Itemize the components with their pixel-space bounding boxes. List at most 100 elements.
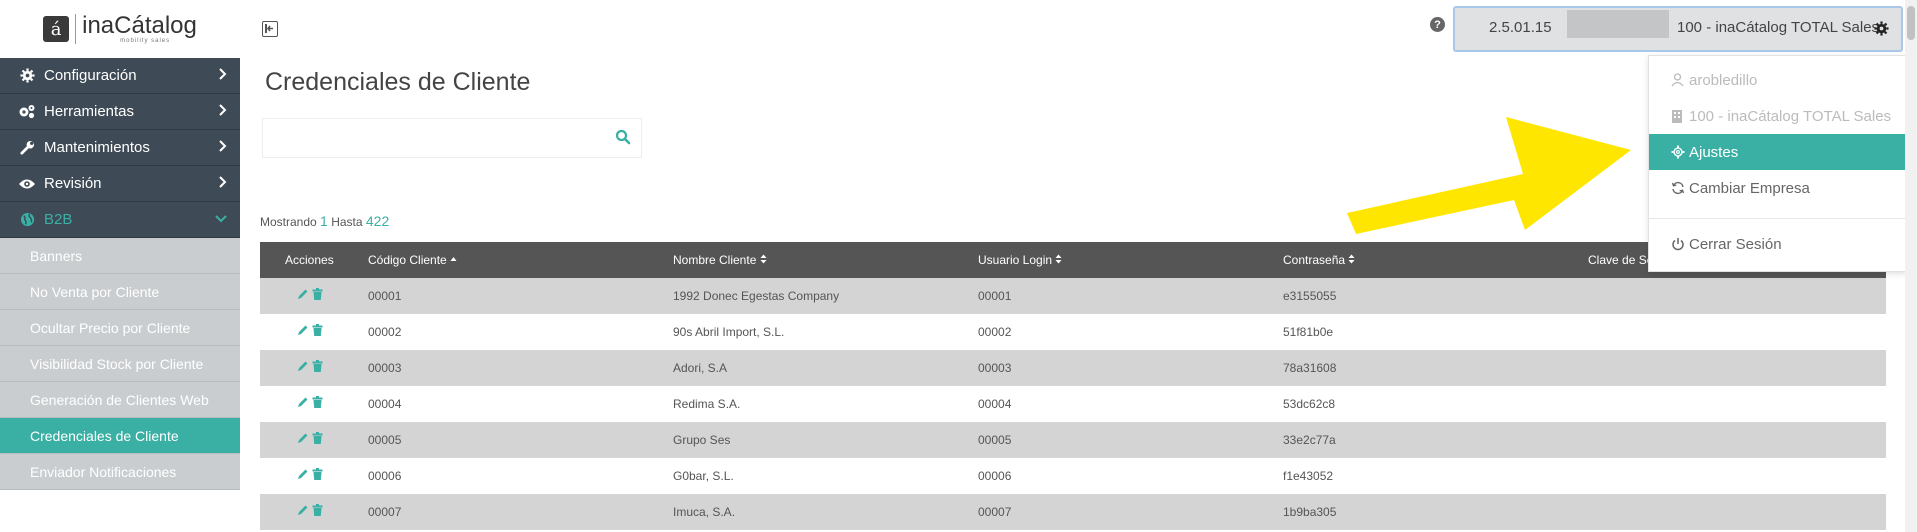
delete-icon[interactable] — [312, 468, 323, 480]
app-logo[interactable]: á inaCátalog mobility sales — [0, 0, 240, 58]
table-body: 00001 1992 Donec Egestas Company 00001 e315… — [260, 278, 1886, 530]
row-actions — [297, 288, 323, 300]
cell-codigo: 00001 — [368, 289, 402, 303]
logo-name: inaCátalog — [82, 12, 197, 39]
cell-usuario: 00003 — [978, 361, 1012, 375]
user-dropdown-menu: arobledillo 100 - inaCátalog TOTAL Sales… — [1648, 55, 1907, 272]
row-actions — [297, 324, 323, 336]
logo-divider — [75, 14, 77, 44]
edit-icon[interactable] — [297, 432, 309, 444]
collapse-icon — [265, 24, 273, 33]
submenu-item-visibilidad-stock[interactable]: Visibilidad Stock por Cliente — [0, 346, 240, 382]
sidebar-item-revision[interactable]: Revisión — [0, 166, 240, 202]
help-icon[interactable]: ? — [1430, 17, 1445, 32]
submenu-item-banners[interactable]: Banners — [0, 238, 240, 274]
cell-usuario: 00002 — [978, 325, 1012, 339]
settings-gear-icon[interactable] — [1874, 21, 1889, 40]
edit-icon[interactable] — [297, 396, 309, 408]
delete-icon[interactable] — [312, 288, 323, 300]
cell-nombre: Adori, S.A — [673, 361, 728, 375]
header-codigo-cliente[interactable]: Código Cliente — [368, 253, 457, 267]
row-actions — [297, 504, 323, 516]
sidebar-item-herramientas[interactable]: Herramientas — [0, 94, 240, 130]
cell-usuario: 00005 — [978, 433, 1012, 447]
sidebar-item-label: Mantenimientos — [44, 139, 150, 156]
submenu-item-no-venta[interactable]: No Venta por Cliente — [0, 274, 240, 310]
edit-icon[interactable] — [297, 288, 309, 300]
cell-nombre: Grupo Ses — [673, 433, 731, 447]
header-acciones: Acciones — [285, 253, 334, 267]
gear-icon — [1671, 145, 1687, 159]
cell-contrasena: 53dc62c8 — [1283, 397, 1336, 411]
submenu-item-generacion-clientes[interactable]: Generación de Clientes Web — [0, 382, 240, 418]
chevron-right-icon — [218, 67, 228, 85]
scrollbar-thumb[interactable] — [1907, 6, 1915, 40]
submenu-item-enviador[interactable]: Enviador Notificaciones — [0, 454, 240, 490]
page-scrollbar[interactable] — [1905, 0, 1917, 532]
power-icon — [1671, 237, 1687, 251]
edit-icon[interactable] — [297, 324, 309, 336]
chevron-down-icon — [214, 211, 228, 228]
user-icon — [1671, 73, 1687, 87]
delete-icon[interactable] — [312, 396, 323, 408]
delete-icon[interactable] — [312, 360, 323, 372]
cell-contrasena: 78a31608 — [1283, 361, 1337, 375]
dropdown-cambiar-empresa[interactable]: Cambiar Empresa — [1649, 170, 1906, 206]
sidebar-item-label: B2B — [44, 211, 73, 228]
sidebar-item-mantenimientos[interactable]: Mantenimientos — [0, 130, 240, 166]
submenu-item-credenciales[interactable]: Credenciales de Cliente — [0, 418, 240, 454]
results-total: 422 — [365, 213, 390, 229]
sidebar-item-b2b[interactable]: B2B — [0, 202, 240, 238]
results-count: Mostrando 1 Hasta 422 — [260, 213, 390, 229]
sidebar-item-label: Herramientas — [44, 103, 135, 120]
search-input[interactable] — [262, 118, 642, 158]
edit-icon[interactable] — [297, 468, 309, 480]
cell-nombre: G0bar, S.L. — [673, 469, 734, 483]
dropdown-ajustes[interactable]: Ajustes — [1649, 134, 1906, 170]
header-clave[interactable]: Clave de Se — [1588, 253, 1653, 267]
delete-icon[interactable] — [312, 432, 323, 444]
cell-contrasena: 33e2c77a — [1283, 433, 1336, 447]
header-usuario-login[interactable]: Usuario Login — [978, 253, 1062, 267]
delete-icon[interactable] — [312, 504, 323, 516]
logo-tagline: mobility sales — [120, 38, 171, 44]
cell-codigo: 00006 — [368, 469, 402, 483]
dropdown-cerrar-sesion[interactable]: Cerrar Sesión — [1649, 226, 1906, 262]
app-version: 2.5.01.15 — [1489, 19, 1552, 36]
edit-icon[interactable] — [297, 360, 309, 372]
sidebar-item-label: Configuración — [44, 67, 137, 84]
globe-icon — [18, 211, 36, 229]
cell-contrasena: e3155055 — [1283, 289, 1337, 303]
results-from: 1 — [320, 213, 328, 229]
table-row: 00005 Grupo Ses 00005 33e2c77a — [260, 422, 1886, 458]
sidebar-item-configuracion[interactable]: Configuración — [0, 58, 240, 94]
cell-usuario: 00001 — [978, 289, 1012, 303]
cell-contrasena: 1b9ba305 — [1283, 505, 1337, 519]
sidebar: Configuración Herramientas Mantenimiento… — [0, 58, 240, 490]
dropdown-divider — [1649, 218, 1906, 219]
gears-icon — [18, 103, 36, 121]
user-company-menu[interactable]: 2.5.01.15 100 - inaCátalog TOTAL Sales — [1453, 6, 1903, 52]
cell-codigo: 00007 — [368, 505, 402, 519]
table-header: Acciones Código Cliente Nombre Cliente U… — [260, 242, 1886, 278]
cell-codigo: 00002 — [368, 325, 402, 339]
wrench-icon — [18, 139, 36, 157]
cell-contrasena: f1e43052 — [1283, 469, 1334, 483]
cell-nombre: Redima S.A. — [673, 397, 741, 411]
header-contrasena[interactable]: Contraseña — [1283, 253, 1355, 267]
delete-icon[interactable] — [312, 324, 323, 336]
search-icon[interactable] — [615, 129, 631, 150]
table-row: 00001 1992 Donec Egestas Company 00001 e315… — [260, 278, 1886, 314]
cell-nombre: 1992 Donec Egestas Company — [673, 289, 840, 303]
chevron-right-icon — [218, 139, 228, 157]
redacted-field — [1567, 10, 1669, 38]
header-nombre-cliente[interactable]: Nombre Cliente — [673, 253, 767, 267]
current-company: 100 - inaCátalog TOTAL Sales — [1677, 19, 1880, 36]
cell-usuario: 00007 — [978, 505, 1012, 519]
submenu-item-ocultar-precio[interactable]: Ocultar Precio por Cliente — [0, 310, 240, 346]
edit-icon[interactable] — [297, 504, 309, 516]
chevron-right-icon — [218, 175, 228, 193]
row-actions — [297, 432, 323, 444]
collapse-sidebar-button[interactable] — [262, 21, 278, 37]
refresh-icon — [1671, 181, 1687, 195]
